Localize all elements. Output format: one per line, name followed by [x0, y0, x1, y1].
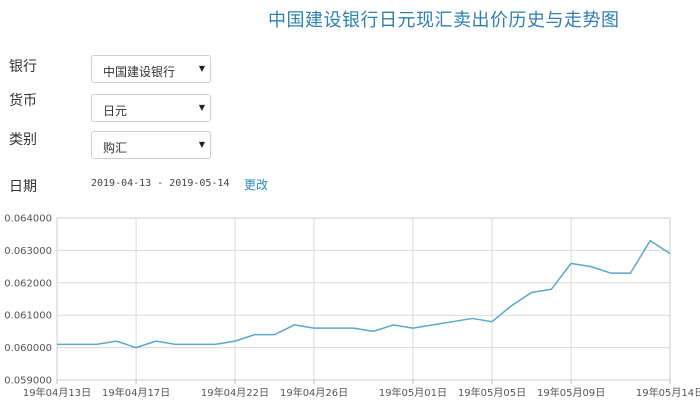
rate-line-chart: 0.059000 0.060000 0.061000 0.062000 0.063000…	[4, 214, 700, 400]
x-tick-label: 19年04月22日	[201, 386, 269, 399]
date-label: 日期	[9, 179, 37, 195]
x-tick-label: 19年04月26日	[280, 386, 348, 399]
category-select[interactable]: 购汇 ▼	[91, 131, 211, 159]
chart-grid	[56, 217, 671, 381]
data-point	[313, 327, 315, 329]
data-point	[115, 340, 117, 342]
data-point	[491, 320, 493, 322]
x-axis-ticks: 19年04月13日 19年04月17日 19年04月22日 19年04月26日 19年0…	[23, 380, 700, 399]
data-point	[471, 317, 473, 319]
data-point	[293, 324, 295, 326]
series-layer	[56, 239, 671, 349]
data-point	[194, 343, 196, 345]
data-point	[629, 272, 631, 274]
data-point	[412, 327, 414, 329]
x-tick-label: 19年04月13日	[23, 386, 91, 399]
currency-label: 货币	[9, 93, 37, 109]
data-point	[135, 346, 137, 348]
date-range: 2019-04-13 - 2019-05-14	[91, 178, 230, 189]
page-title: 中国建设银行日元现汇卖出价历史与走势图	[268, 10, 620, 31]
change-date-link[interactable]: 更改	[244, 176, 268, 193]
bank-label: 银行	[9, 59, 37, 75]
data-point	[590, 265, 592, 267]
data-point	[155, 340, 157, 342]
data-point	[254, 333, 256, 335]
y-tick-label: 0.064000	[4, 214, 52, 225]
currency-select[interactable]: 日元 ▼	[91, 94, 211, 122]
data-point	[234, 340, 236, 342]
data-point	[432, 324, 434, 326]
x-tick-label: 19年05月05日	[458, 386, 526, 399]
y-tick-label: 0.059000	[4, 376, 52, 387]
x-tick-label: 19年05月09日	[537, 386, 605, 399]
data-point	[511, 304, 513, 306]
category-label: 类别	[9, 132, 37, 148]
y-tick-label: 0.060000	[4, 343, 52, 354]
bank-select-value: 中国建设银行	[103, 65, 176, 79]
data-point	[530, 291, 532, 293]
data-point	[333, 327, 335, 329]
data-point	[56, 343, 58, 345]
currency-select-value: 日元	[103, 104, 128, 118]
chevron-down-icon: ▼	[198, 140, 205, 149]
data-point	[649, 239, 651, 241]
data-point	[273, 333, 275, 335]
chevron-down-icon: ▼	[198, 64, 205, 73]
data-point	[352, 327, 354, 329]
series-line	[57, 239, 671, 349]
x-tick-label: 19年04月17日	[102, 386, 170, 399]
data-point	[174, 343, 176, 345]
data-point	[570, 262, 572, 264]
x-tick-label: 19年05月01日	[379, 386, 447, 399]
category-select-value: 购汇	[103, 141, 128, 155]
x-tick-label: 19年05月14日	[636, 386, 700, 399]
y-tick-label: 0.061000	[4, 311, 52, 322]
data-point	[669, 252, 671, 254]
data-point	[76, 343, 78, 345]
y-tick-label: 0.063000	[4, 246, 52, 257]
y-axis-ticks: 0.059000 0.060000 0.061000 0.062000 0.063000…	[4, 214, 52, 387]
data-point	[214, 343, 216, 345]
data-point	[392, 324, 394, 326]
plot-frame	[56, 217, 671, 381]
data-point	[451, 320, 453, 322]
bank-select[interactable]: 中国建设银行 ▼	[91, 55, 211, 83]
data-point	[550, 288, 552, 290]
y-tick-label: 0.062000	[4, 278, 52, 289]
data-point	[372, 330, 374, 332]
chevron-down-icon: ▼	[198, 103, 205, 112]
data-point	[95, 343, 97, 345]
data-point	[609, 272, 611, 274]
